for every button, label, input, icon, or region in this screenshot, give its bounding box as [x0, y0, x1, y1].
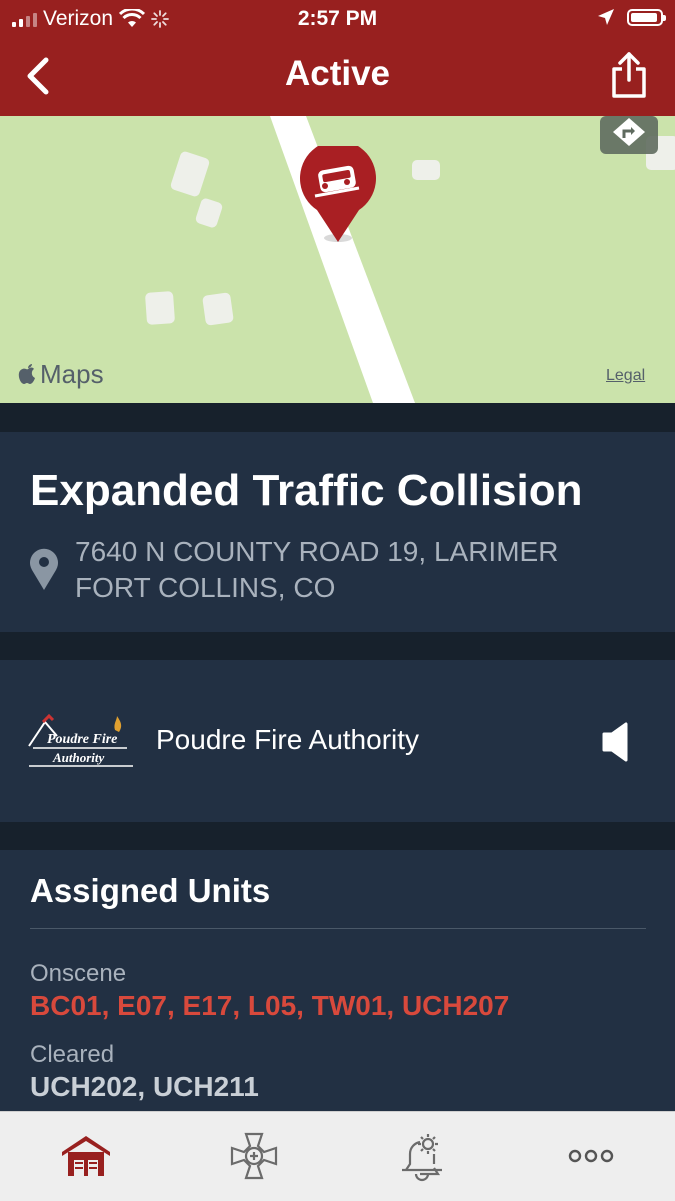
map-building	[144, 291, 176, 325]
navigation-bar: Active	[0, 40, 675, 116]
map-building	[202, 292, 234, 326]
assigned-units-heading: Assigned Units	[30, 872, 271, 909]
apple-logo-icon	[18, 363, 35, 384]
page-title: Active	[284, 54, 391, 93]
more-icon	[568, 1149, 614, 1163]
maltese-cross-icon	[230, 1132, 278, 1180]
section-divider	[0, 632, 675, 660]
status-bar: Verizon 2:57 PM	[0, 0, 675, 40]
tab-alerts[interactable]	[396, 1130, 448, 1182]
onscene-label: Onscene	[30, 960, 127, 987]
directions-button[interactable]	[600, 116, 658, 156]
address-line-2: FORT COLLINS, CO	[75, 572, 336, 603]
status-time: 2:57 PM	[297, 7, 378, 30]
agency-logo: Poudre Fire Authority	[28, 713, 133, 767]
tab-stations[interactable]	[60, 1130, 112, 1182]
section-divider	[0, 403, 675, 432]
agency-name: Poudre Fire Authority	[156, 724, 420, 755]
units-divider	[30, 928, 646, 929]
tab-more[interactable]	[565, 1130, 617, 1182]
bell-gear-icon	[402, 1134, 442, 1182]
legal-link[interactable]: Legal	[606, 367, 645, 385]
tab-bar	[0, 1111, 675, 1201]
agency-logo-text-1: Poudre Fire	[47, 732, 117, 747]
onscene-units: BC01, E07, E17, L05, TW01, UCH207	[30, 990, 510, 1021]
tab-agencies[interactable]	[228, 1130, 280, 1182]
incident-address: 7640 N COUNTY ROAD 19, LARIMER FORT COLL…	[75, 534, 558, 606]
location-pin-icon	[30, 548, 58, 590]
incident-map[interactable]: Maps Legal	[0, 116, 675, 403]
maps-brand: Maps	[40, 359, 104, 389]
share-button[interactable]	[609, 50, 649, 100]
speaker-button[interactable]	[600, 722, 634, 762]
cleared-label: Cleared	[30, 1041, 115, 1068]
agency-logo-text-2: Authority	[52, 750, 105, 765]
battery-icon	[627, 8, 666, 26]
map-building	[412, 160, 440, 180]
cleared-units: UCH202, UCH211	[30, 1071, 259, 1102]
section-divider	[0, 822, 675, 850]
location-arrow-icon	[598, 9, 614, 25]
firehouse-icon	[62, 1136, 110, 1176]
address-line-1: 7640 N COUNTY ROAD 19, LARIMER	[75, 536, 559, 567]
incident-title: Expanded Traffic Collision	[30, 466, 583, 515]
incident-map-pin[interactable]	[297, 146, 379, 246]
apple-maps-logo: Maps	[18, 359, 104, 390]
